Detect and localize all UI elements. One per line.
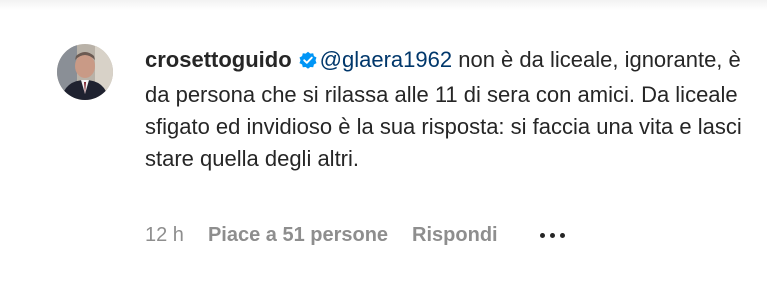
avatar[interactable] [57, 44, 113, 100]
mention-link[interactable]: @glaera1962 [320, 47, 452, 72]
likes-count[interactable]: Piace a 51 persone [208, 224, 388, 247]
timestamp[interactable]: 12 h [145, 224, 184, 247]
comment-meta: 12 h Piace a 51 persone Rispondi [145, 224, 565, 247]
more-options-icon[interactable] [539, 233, 565, 238]
reply-button[interactable]: Rispondi [412, 224, 498, 247]
top-divider [0, 0, 767, 10]
comment-body: crosettoguido @glaera1962 non è da liceal… [145, 44, 755, 175]
username[interactable]: crosettoguido [145, 47, 292, 72]
verified-badge-icon [298, 47, 318, 79]
